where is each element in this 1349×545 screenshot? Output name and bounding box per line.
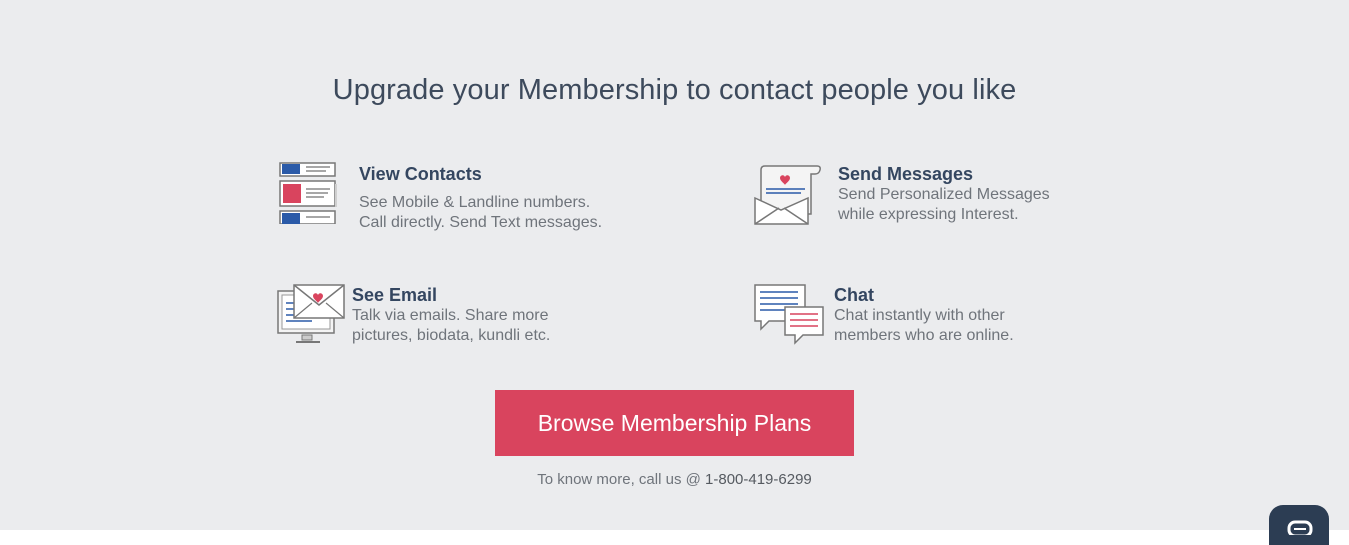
email-monitor-icon xyxy=(277,284,345,343)
phone-number-link[interactable]: 1-800-419-6299 xyxy=(705,471,812,488)
feature-desc-line2: while expressing Interest. xyxy=(838,206,1019,223)
chat-icon xyxy=(1287,520,1313,535)
chat-widget-button[interactable] xyxy=(1269,505,1329,545)
love-letter-icon xyxy=(754,165,821,225)
feature-desc-line2: Call directly. Send Text messages. xyxy=(359,214,603,231)
feature-title: Send Messages xyxy=(838,164,974,184)
contact-line: To know more, call us @ 1-800-419-6299 xyxy=(0,471,1349,488)
feature-chat: Chat Chat instantly with other members w… xyxy=(753,283,1053,363)
chat-bubbles-icon xyxy=(754,284,824,345)
contact-prefix: To know more, call us @ xyxy=(537,471,706,488)
feature-desc-line1: Chat instantly with other xyxy=(834,307,1005,324)
upgrade-panel: Upgrade your Membership to contact peopl… xyxy=(0,0,1349,530)
feature-desc-line1: Send Personalized Messages xyxy=(838,186,1050,203)
feature-title: View Contacts xyxy=(359,164,482,184)
feature-desc-line2: pictures, biodata, kundli etc. xyxy=(352,327,551,344)
feature-see-email: See Email Talk via emails. Share more pi… xyxy=(276,283,606,363)
page-title: Upgrade your Membership to contact peopl… xyxy=(332,74,1017,106)
feature-desc-line1: See Mobile & Landline numbers. xyxy=(359,194,591,211)
feature-view-contacts: View Contacts See Mobile & Landline numb… xyxy=(278,162,638,242)
contact-cards-icon xyxy=(279,162,337,224)
browse-membership-plans-button[interactable]: Browse Membership Plans xyxy=(495,390,854,456)
feature-desc-line2: members who are online. xyxy=(834,327,1014,344)
feature-send-messages: Send Messages Send Personalized Messages… xyxy=(753,162,1083,242)
feature-desc-line1: Talk via emails. Share more xyxy=(352,307,549,324)
feature-title: See Email xyxy=(352,285,438,305)
feature-title: Chat xyxy=(834,285,874,305)
